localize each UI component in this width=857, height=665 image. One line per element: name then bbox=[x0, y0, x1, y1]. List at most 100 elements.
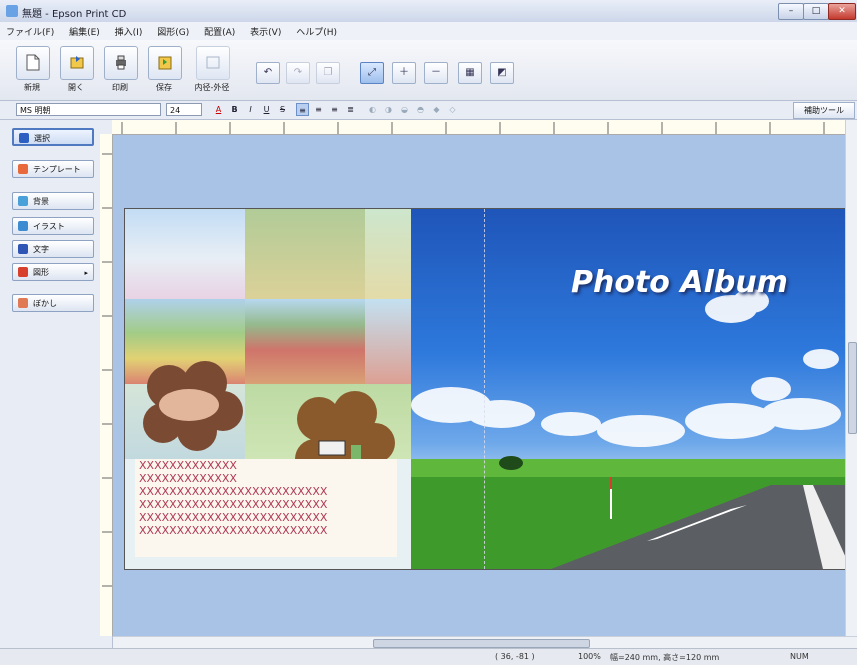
printer-icon bbox=[116, 55, 126, 70]
photo-field-edge[interactable] bbox=[365, 209, 411, 299]
tool-background[interactable]: 背景 bbox=[12, 192, 94, 210]
font-select[interactable]: MS 明朝 bbox=[16, 103, 161, 116]
text-option-2[interactable]: ◑ bbox=[382, 103, 395, 116]
vertical-scroll-thumb[interactable] bbox=[848, 342, 857, 434]
menu-arrange[interactable]: 配置(A) bbox=[198, 22, 241, 38]
zoom-in-button[interactable]: ＋ bbox=[392, 62, 416, 84]
road-sky-photo[interactable] bbox=[411, 209, 847, 569]
print-button[interactable] bbox=[104, 46, 138, 80]
cursor-coordinates: ( 36, -81 ) bbox=[495, 652, 535, 661]
tool-shape[interactable]: 図形 ▸ bbox=[12, 263, 94, 281]
open-label: 開く bbox=[68, 83, 84, 92]
justify-button[interactable]: ≣ bbox=[344, 103, 357, 116]
font-size-select[interactable]: 24 bbox=[166, 103, 202, 116]
tool-blur[interactable]: ぼかし bbox=[12, 294, 94, 312]
align-center-icon: ≡ bbox=[315, 105, 322, 114]
vertical-ruler bbox=[100, 134, 113, 636]
left-tool-panel: 選択 テンプレート 背景 イラスト 文字 図形 ▸ ぼかし bbox=[0, 120, 113, 648]
new-label: 新規 bbox=[24, 83, 40, 92]
album-page[interactable]: XXXXXXXXXXXXX XXXXXXXXXXXXX XXXXXXXXXXXX… bbox=[124, 208, 848, 570]
new-document-icon bbox=[26, 54, 40, 71]
redo-button[interactable]: ↷ bbox=[286, 62, 310, 84]
zoom-out-icon: － bbox=[431, 67, 441, 78]
font-color-button[interactable]: A bbox=[212, 103, 225, 116]
save-icon bbox=[158, 56, 172, 70]
text-option-6[interactable]: ◇ bbox=[446, 103, 459, 116]
zoom-in-icon: ＋ bbox=[399, 67, 409, 78]
app-icon bbox=[6, 5, 18, 17]
text-option-3[interactable]: ◒ bbox=[398, 103, 411, 116]
status-bar: ( 36, -81 ) 100% 幅=240 mm, 高さ=120 mm NUM bbox=[0, 648, 857, 665]
tool-illustration[interactable]: イラスト bbox=[12, 217, 94, 235]
tool-label: ぼかし bbox=[33, 299, 57, 308]
undo-button[interactable]: ↶ bbox=[256, 62, 280, 84]
title-bar: 無題 - Epson Print CD – □ ✕ bbox=[0, 0, 857, 23]
illustration-icon bbox=[18, 221, 28, 231]
menu-shape[interactable]: 図形(G) bbox=[151, 22, 195, 38]
layout-button[interactable]: ◩ bbox=[490, 62, 514, 84]
album-title[interactable]: Photo Album bbox=[571, 265, 788, 300]
copy-button[interactable]: ❐ bbox=[316, 62, 340, 84]
zoom-out-button[interactable]: － bbox=[424, 62, 448, 84]
text-option-1[interactable]: ◐ bbox=[366, 103, 379, 116]
tool-label: 図形 bbox=[33, 268, 49, 277]
redo-icon: ↷ bbox=[293, 67, 303, 78]
text-style-icon: ◐ bbox=[369, 105, 376, 114]
menu-bar: ファイル(F) 編集(E) 挿入(I) 図形(G) 配置(A) 表示(V) ヘル… bbox=[0, 22, 857, 41]
maximize-button[interactable]: □ bbox=[803, 3, 829, 20]
text-line: XXXXXXXXXXXXX bbox=[139, 472, 237, 485]
photo-red-hills[interactable] bbox=[245, 299, 365, 384]
bold-button[interactable]: B bbox=[228, 103, 241, 116]
text-option-5[interactable]: ◆ bbox=[430, 103, 443, 116]
text-line: XXXXXXXXXXXXXXXXXXXXXXXXX bbox=[139, 498, 328, 511]
strike-button[interactable]: S bbox=[276, 103, 289, 116]
tool-template[interactable]: テンプレート bbox=[12, 160, 94, 178]
photo-hills-edge[interactable] bbox=[365, 299, 411, 384]
text-style-icon: ◆ bbox=[433, 105, 440, 114]
text-style-icon: ◓ bbox=[417, 105, 424, 114]
new-button[interactable] bbox=[16, 46, 50, 80]
tool-select[interactable]: 選択 bbox=[12, 128, 94, 146]
tool-label: テンプレート bbox=[33, 165, 81, 174]
underline-button[interactable]: U bbox=[260, 103, 273, 116]
menu-view[interactable]: 表示(V) bbox=[244, 22, 287, 38]
open-button[interactable] bbox=[60, 46, 94, 80]
tool-label: 文字 bbox=[33, 245, 49, 254]
helper-tool-button[interactable]: 補助ツール bbox=[793, 102, 855, 119]
tool-text[interactable]: 文字 bbox=[12, 240, 94, 258]
horizontal-scroll-thumb[interactable] bbox=[373, 639, 590, 648]
italic-button[interactable]: I bbox=[244, 103, 257, 116]
fit-page-button[interactable]: ⤢ bbox=[360, 62, 384, 84]
align-right-icon: ≡ bbox=[331, 105, 338, 114]
horizontal-ruler bbox=[112, 120, 845, 135]
shape-icon bbox=[18, 267, 28, 277]
vertical-scrollbar[interactable] bbox=[845, 120, 857, 636]
close-button[interactable]: ✕ bbox=[828, 3, 856, 20]
menu-edit[interactable]: 編集(E) bbox=[63, 22, 106, 38]
menu-file[interactable]: ファイル(F) bbox=[0, 22, 60, 38]
road-landscape bbox=[411, 289, 847, 569]
photo-child-dog[interactable] bbox=[245, 209, 365, 299]
save-label: 保存 bbox=[156, 83, 172, 92]
text-line: XXXXXXXXXXXXXXXXXXXXXXXXX bbox=[139, 485, 328, 498]
minimize-button[interactable]: – bbox=[778, 3, 804, 20]
align-center-button[interactable]: ≡ bbox=[312, 103, 325, 116]
grid-button[interactable]: ▦ bbox=[458, 62, 482, 84]
save-button[interactable] bbox=[148, 46, 182, 80]
menu-help[interactable]: ヘルプ(H) bbox=[290, 22, 343, 38]
photo-mountain[interactable] bbox=[125, 209, 245, 299]
text-style-icon: ◒ bbox=[401, 105, 408, 114]
flower-photo-baby[interactable] bbox=[139, 359, 245, 451]
align-left-icon: ≡ bbox=[299, 106, 306, 115]
align-left-button[interactable]: ≡ bbox=[296, 103, 309, 116]
diameter-button[interactable] bbox=[196, 46, 230, 80]
align-right-button[interactable]: ≡ bbox=[328, 103, 341, 116]
text-option-4[interactable]: ◓ bbox=[414, 103, 427, 116]
background-icon bbox=[18, 196, 28, 206]
text-box[interactable]: XXXXXXXXXXXXX XXXXXXXXXXXXX XXXXXXXXXXXX… bbox=[135, 459, 397, 557]
zoom-level: 100% bbox=[578, 652, 601, 661]
menu-insert[interactable]: 挿入(I) bbox=[109, 22, 149, 38]
tool-label: イラスト bbox=[33, 222, 65, 231]
text-line: XXXXXXXXXXXXXXXXXXXXXXXXX bbox=[139, 524, 328, 537]
fold-guide-line bbox=[484, 209, 485, 569]
